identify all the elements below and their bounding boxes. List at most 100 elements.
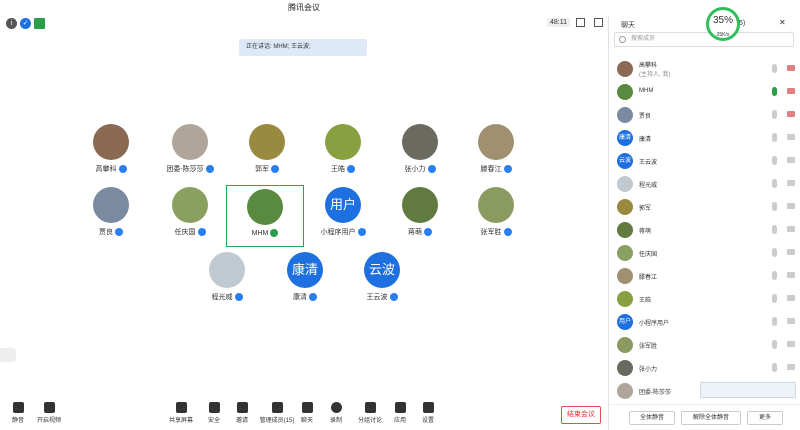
share-screen-button[interactable]: 共享屏幕 <box>163 402 199 424</box>
avatar <box>617 84 633 100</box>
panel-header: 聊天 5) ✕ <box>609 16 800 32</box>
member-row[interactable]: 蒋萌 <box>609 219 800 242</box>
ime-toolbar[interactable] <box>700 382 796 398</box>
avatar <box>478 124 514 160</box>
member-row[interactable]: 贾良 <box>609 104 800 127</box>
member-row[interactable]: 云波 王云波 <box>609 150 800 173</box>
avatar <box>617 61 633 77</box>
camera-icon[interactable] <box>787 157 795 163</box>
member-name: 贾良 <box>639 114 652 120</box>
end-meeting-button[interactable]: 结束会议 <box>561 406 601 424</box>
microphone-icon[interactable] <box>772 110 777 119</box>
microphone-icon <box>427 165 436 174</box>
member-name: 王皓 <box>639 298 652 304</box>
member-list: 高攀科 (主持人, 我) MHM 贾良康清 康清 云波 王云波 程光威 郭军 蒋萌 任庆国滕春江王皓… <box>609 58 800 403</box>
participant-tile[interactable]: 云波 王云波 <box>337 252 427 316</box>
member-row[interactable]: 高攀科 (主持人, 我) <box>609 58 800 81</box>
camera-icon[interactable] <box>787 180 795 186</box>
microphone-icon[interactable] <box>772 294 777 303</box>
participant-tile[interactable]: 贾良 <box>66 187 156 251</box>
avatar <box>617 107 633 123</box>
microphone-icon[interactable] <box>772 340 777 349</box>
microphone-icon[interactable] <box>772 64 777 73</box>
participant-tile[interactable]: 程光威 <box>182 252 272 316</box>
record-button[interactable]: 录制 <box>318 402 354 424</box>
avatar <box>402 124 438 160</box>
member-name: 小程序用户 <box>639 321 670 327</box>
member-row[interactable]: 康清 康清 <box>609 127 800 150</box>
camera-icon[interactable] <box>787 134 795 140</box>
percent-value: 35% <box>712 15 733 26</box>
mute-label: 静音 <box>11 418 24 424</box>
microphone-icon[interactable] <box>772 156 777 165</box>
microphone-icon[interactable] <box>772 271 777 280</box>
microphone-icon[interactable] <box>772 317 777 326</box>
member-row[interactable]: 张小力 <box>609 357 800 380</box>
member-row[interactable]: 任庆国 <box>609 242 800 265</box>
camera-icon[interactable] <box>787 88 795 94</box>
microphone-icon <box>357 228 366 237</box>
chat-tab[interactable]: 聊天 <box>621 20 635 30</box>
settings-button[interactable]: 设置 <box>410 402 446 424</box>
participant-tile[interactable]: MHM <box>226 185 304 247</box>
mute-all-button[interactable]: 全体静音 <box>629 411 675 425</box>
member-row[interactable]: 用户 小程序用户 <box>609 311 800 334</box>
camera-icon[interactable] <box>787 65 795 71</box>
camera-icon[interactable] <box>787 203 795 209</box>
record-label: 录制 <box>329 418 342 424</box>
member-row[interactable]: MHM <box>609 81 800 104</box>
camera-icon[interactable] <box>787 341 795 347</box>
microphone-icon <box>389 293 398 302</box>
member-row[interactable]: 滕春江 <box>609 265 800 288</box>
fullscreen-icon[interactable] <box>576 18 585 27</box>
video-button[interactable]: 开启视频 <box>31 402 67 424</box>
record-icon <box>330 402 342 413</box>
sidebar-toggle-icon[interactable] <box>594 18 603 27</box>
apps-icon <box>394 402 406 413</box>
member-row[interactable]: 王皓 <box>609 288 800 311</box>
microphone-icon <box>118 165 127 174</box>
microphone-icon[interactable] <box>772 202 777 211</box>
close-icon[interactable]: ✕ <box>779 18 786 27</box>
avatar <box>617 176 633 192</box>
avatar: 云波 <box>364 252 400 288</box>
participant-tile[interactable]: 滕春江 <box>451 124 541 188</box>
microphone-icon[interactable] <box>772 363 777 372</box>
camera-icon[interactable] <box>787 318 795 324</box>
invite-button[interactable]: 邀请 <box>224 402 260 424</box>
participant-tile[interactable]: 张军胜 <box>451 187 541 251</box>
member-row[interactable]: 张军胜 <box>609 334 800 357</box>
more-button[interactable]: 更多 <box>747 411 783 425</box>
member-row[interactable]: 程光威 <box>609 173 800 196</box>
member-name: 滕春江 <box>639 275 658 281</box>
avatar <box>93 187 129 223</box>
signal-icon[interactable] <box>34 18 45 29</box>
camera-icon[interactable] <box>787 364 795 370</box>
participant-tile[interactable]: 任庆国 <box>145 187 235 251</box>
member-name: 高攀科 (主持人, 我) <box>639 63 671 78</box>
avatar <box>617 360 633 376</box>
member-row[interactable]: 郭军 <box>609 196 800 219</box>
chat-label: 聊天 <box>300 418 313 424</box>
unmute-all-button[interactable]: 解除全体静音 <box>681 411 741 425</box>
camera-icon[interactable] <box>787 226 795 232</box>
shield-icon[interactable]: ✓ <box>20 18 31 29</box>
side-menu-handle[interactable] <box>0 348 16 362</box>
camera-icon[interactable] <box>787 272 795 278</box>
participant-tile[interactable]: 高攀科 <box>66 124 156 188</box>
member-search-input[interactable]: 搜索成员 <box>614 32 794 47</box>
microphone-icon[interactable] <box>772 225 777 234</box>
avatar: 云波 <box>617 153 633 169</box>
microphone-icon[interactable] <box>772 87 777 96</box>
camera-icon[interactable] <box>787 249 795 255</box>
avatar <box>617 245 633 261</box>
info-icon[interactable]: i <box>6 18 17 29</box>
microphone-icon[interactable] <box>772 179 777 188</box>
avatar <box>93 124 129 160</box>
camera-icon[interactable] <box>787 295 795 301</box>
camera-off-icon <box>43 402 55 413</box>
avatar <box>617 291 633 307</box>
camera-icon[interactable] <box>787 111 795 117</box>
microphone-icon[interactable] <box>772 248 777 257</box>
microphone-icon[interactable] <box>772 133 777 142</box>
